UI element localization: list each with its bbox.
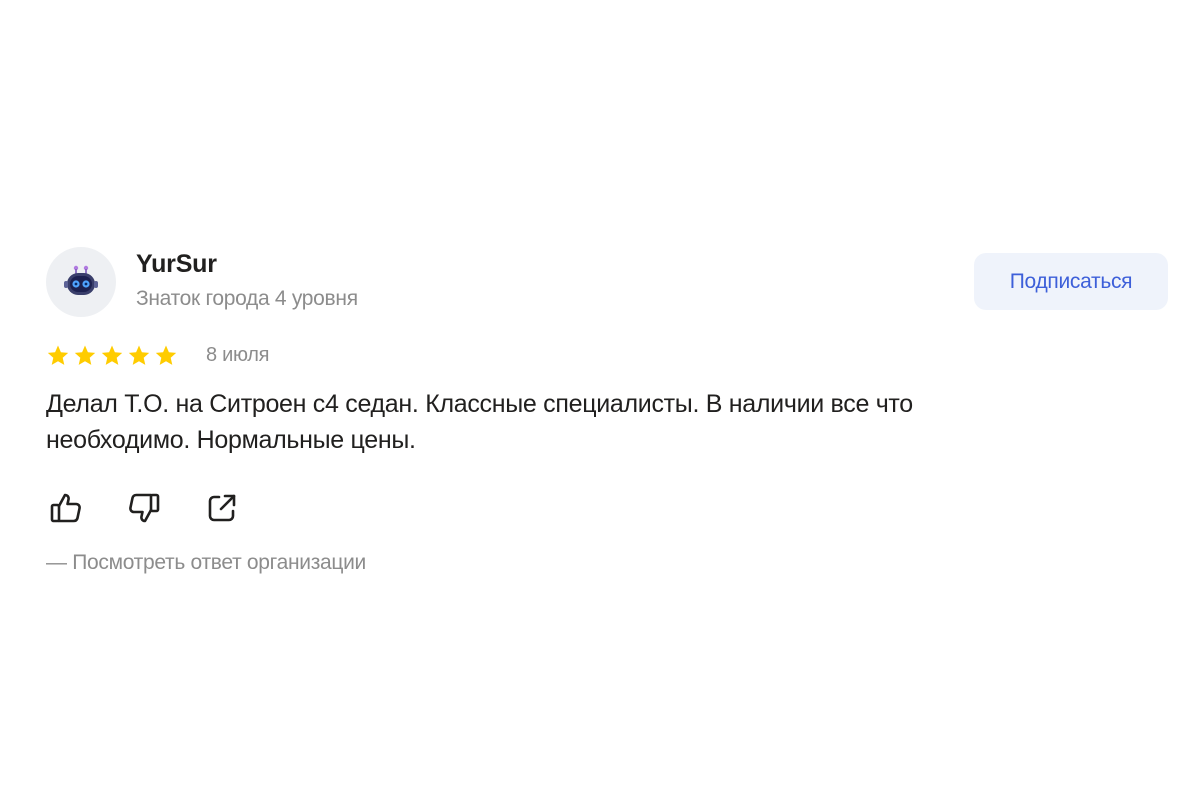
star-icon [100, 344, 124, 368]
dislike-button[interactable] [126, 490, 162, 526]
rating-stars [46, 344, 178, 368]
robot-avatar-icon [64, 265, 98, 295]
review-actions [48, 490, 240, 526]
thumbs-up-icon [50, 493, 81, 523]
review-text: Делал Т.О. на Ситроен с4 седан. Классные… [46, 390, 913, 454]
like-button[interactable] [48, 490, 84, 526]
share-icon [208, 494, 236, 522]
star-icon [127, 344, 151, 368]
share-button[interactable] [204, 490, 240, 526]
star-icon [154, 344, 178, 368]
star-icon [46, 344, 70, 368]
view-org-response-link[interactable]: — Посмотреть ответ организации [46, 551, 366, 575]
thumbs-down-icon [129, 493, 160, 523]
review-date: 8 июля [206, 344, 270, 366]
author-name[interactable]: YurSur [136, 250, 217, 279]
review-card: YurSur Знаток города 4 уровня Подписатьс… [0, 0, 1200, 800]
author-avatar[interactable] [46, 247, 116, 317]
author-level: Знаток города 4 уровня [136, 287, 358, 310]
subscribe-button[interactable]: Подписаться [974, 253, 1168, 310]
star-icon [73, 344, 97, 368]
